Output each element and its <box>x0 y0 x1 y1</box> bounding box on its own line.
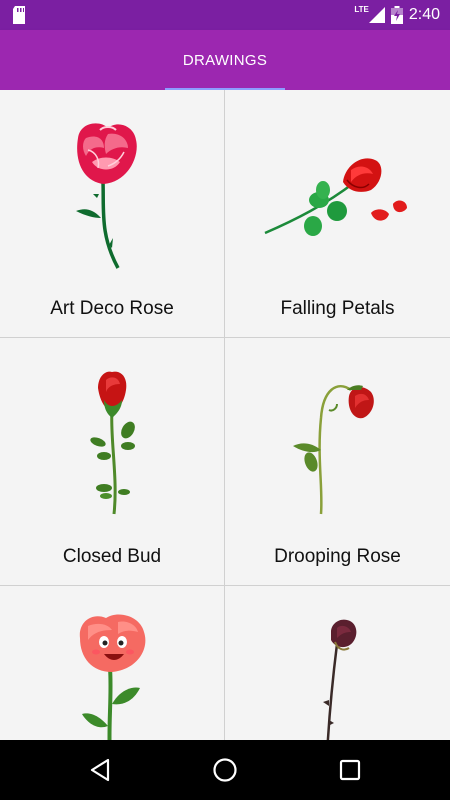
signal-icon <box>368 7 385 23</box>
home-icon <box>213 758 237 782</box>
closed-bud-image <box>90 371 135 515</box>
home-button[interactable] <box>210 755 240 785</box>
drawing-card-dried-rose[interactable] <box>225 586 450 740</box>
drawing-label: Art Deco Rose <box>50 298 174 319</box>
recents-button[interactable] <box>335 755 365 785</box>
sd-card-icon <box>13 6 25 24</box>
app-bar: DRAWINGS <box>0 30 450 90</box>
cartoon-rose-image <box>79 614 146 740</box>
drawings-grid[interactable]: Art Deco Rose Falling Petals Closed Bud … <box>0 90 450 740</box>
dried-rose-image <box>323 619 357 740</box>
clock: 2:40 <box>408 6 440 23</box>
drawing-label: Closed Bud <box>62 546 162 567</box>
battery-charging-icon <box>390 6 403 24</box>
status-bar: LTE 2:40 <box>0 0 450 30</box>
art-deco-rose-image <box>76 123 137 269</box>
drawing-card-art-deco-rose[interactable]: Art Deco Rose <box>0 90 225 337</box>
drawing-label: Falling Petals <box>280 298 395 319</box>
drawing-card-cartoon-rose[interactable] <box>0 586 225 740</box>
falling-petals-image <box>264 158 407 236</box>
drawing-card-drooping-rose[interactable]: Drooping Rose <box>225 338 450 585</box>
drawing-card-falling-petals[interactable]: Falling Petals <box>225 90 450 337</box>
back-button[interactable] <box>85 755 115 785</box>
back-icon <box>90 758 110 782</box>
navigation-bar <box>0 740 450 800</box>
recents-icon <box>339 759 361 781</box>
drooping-rose-image <box>293 384 374 515</box>
network-type-label: LTE <box>354 4 369 14</box>
tab-drawings[interactable]: DRAWINGS <box>165 30 285 90</box>
drawing-label: Drooping Rose <box>274 546 401 567</box>
drawing-card-closed-bud[interactable]: Closed Bud <box>0 338 225 585</box>
